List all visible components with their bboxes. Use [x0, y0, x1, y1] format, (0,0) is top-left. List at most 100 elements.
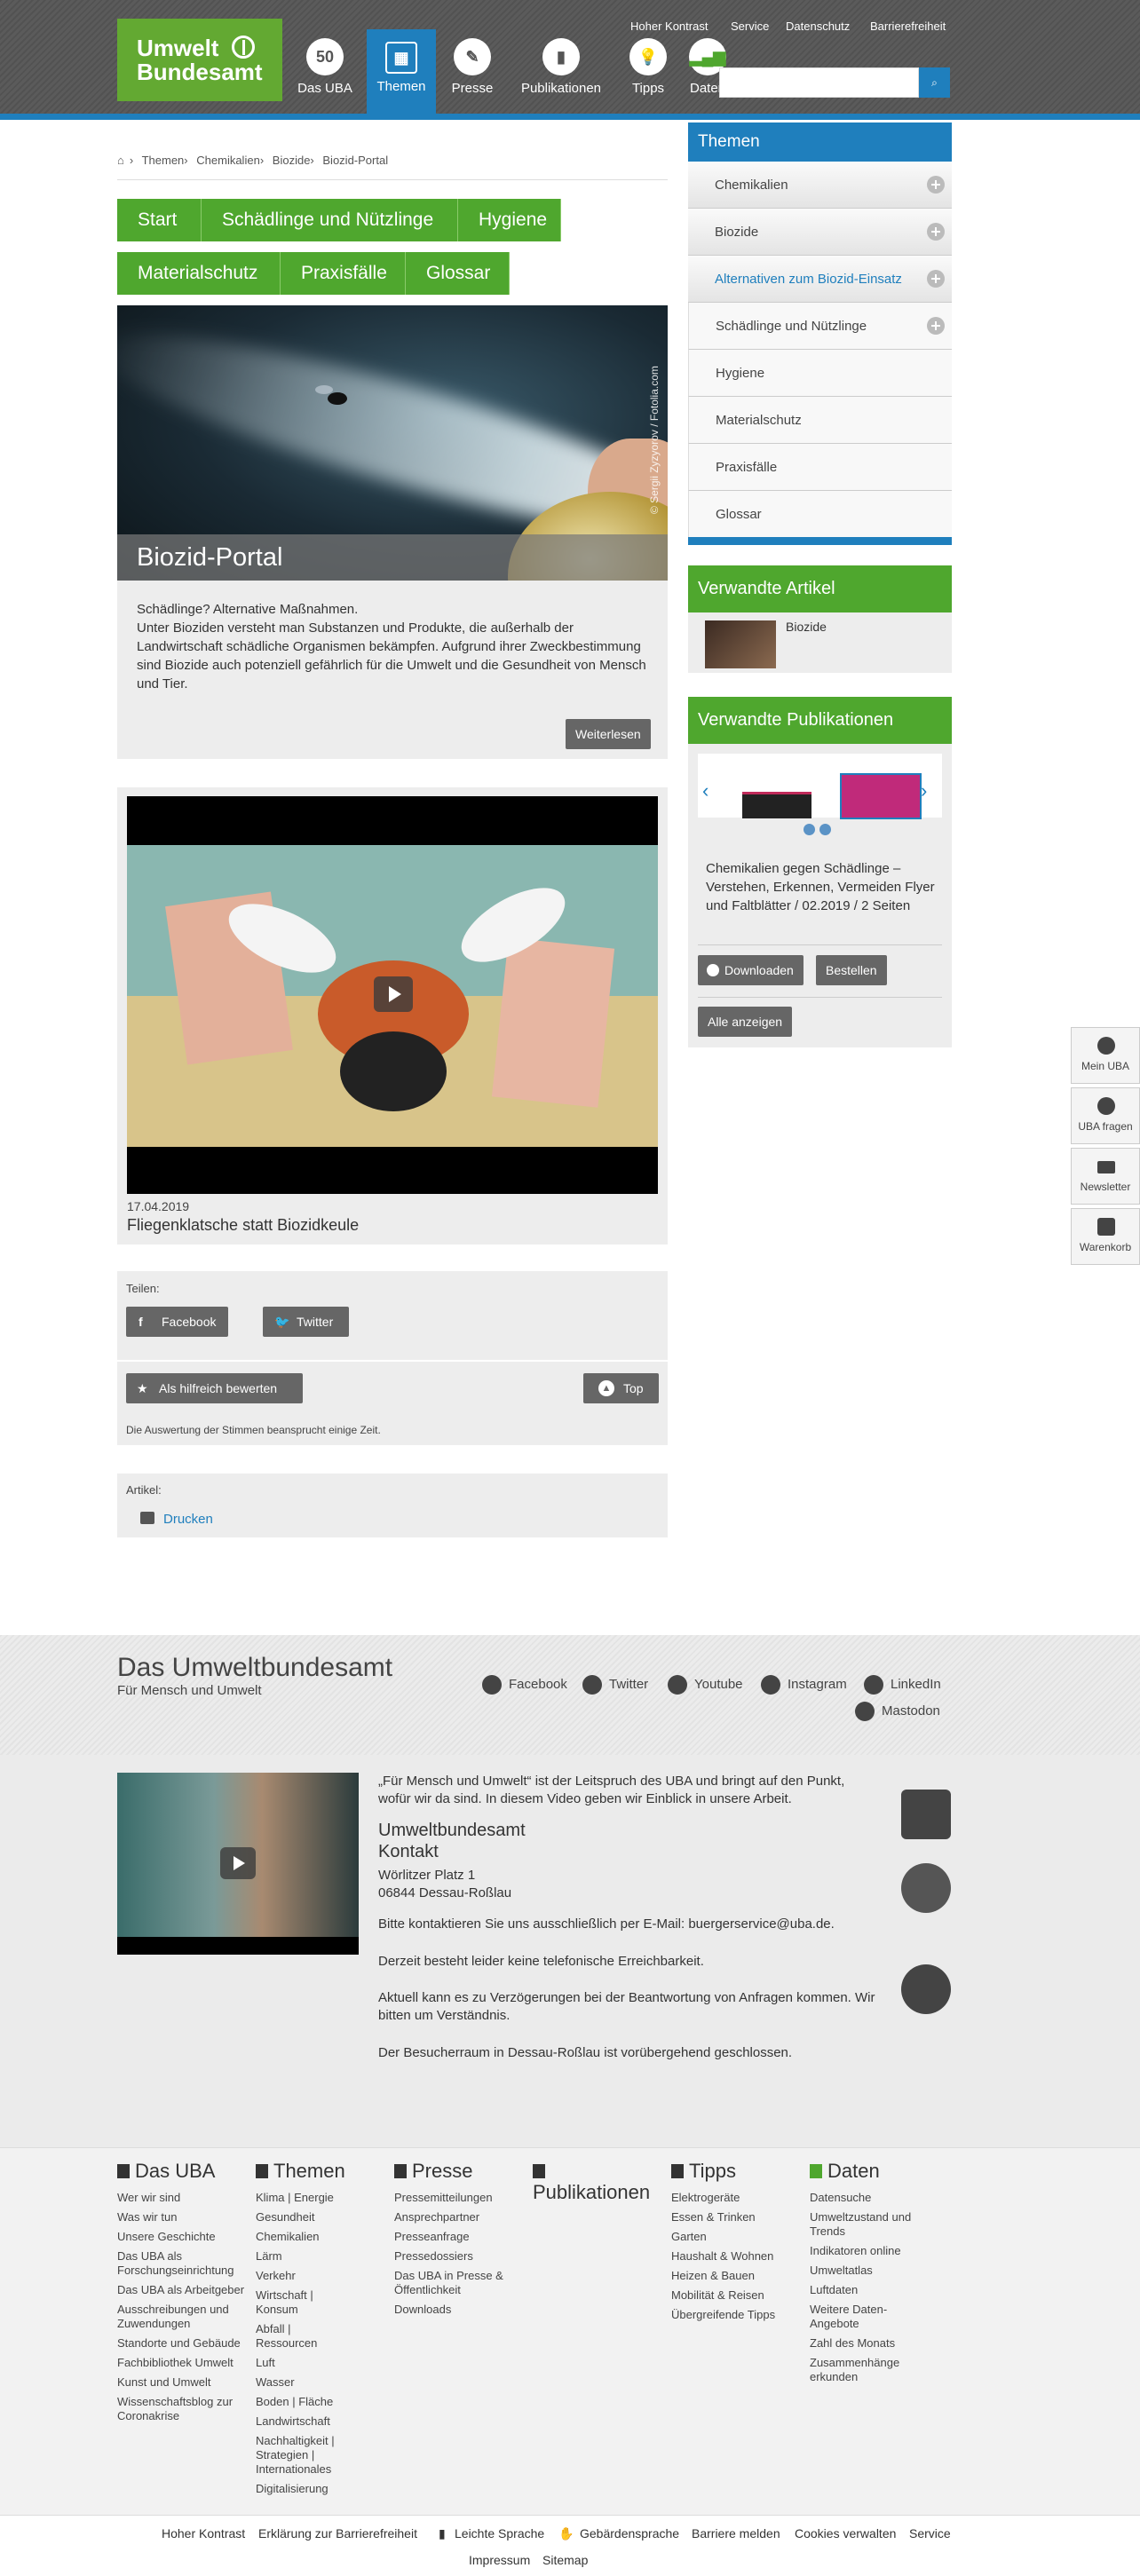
footer-link[interactable]: Lärm	[256, 2249, 353, 2264]
sidebar-item-alternativen[interactable]: Alternativen zum Biozid-Einsatz	[688, 256, 952, 303]
newsletter-button[interactable]: Newsletter	[1071, 1148, 1140, 1205]
bottom-link-service[interactable]: Service	[909, 2526, 951, 2540]
footer-link[interactable]: Weitere Daten-Angebote	[810, 2303, 930, 2331]
social-instagram[interactable]: Instagram	[761, 1675, 847, 1695]
bottom-link-sign-language[interactable]: Gebärdensprache	[580, 2526, 679, 2540]
expand-icon[interactable]	[927, 223, 945, 241]
carousel-prev-icon[interactable]: ‹	[702, 779, 709, 802]
bottom-link-high-contrast[interactable]: Hoher Kontrast	[162, 2526, 245, 2540]
bottom-link-accessibility[interactable]: Erklärung zur Barrierefreiheit	[258, 2526, 417, 2540]
footer-link[interactable]: Indikatoren online	[810, 2244, 930, 2258]
nav-tipps[interactable]: 💡 Tipps	[621, 29, 675, 114]
tab-materialschutz[interactable]: Materialschutz	[117, 252, 281, 295]
meta-link-service[interactable]: Service	[731, 20, 769, 33]
footer-link[interactable]: Ausschreibungen und Zuwendungen	[117, 2303, 250, 2331]
social-twitter[interactable]: Twitter	[582, 1675, 648, 1695]
footer-link[interactable]: Luft	[256, 2356, 353, 2370]
play-button[interactable]	[220, 1847, 256, 1879]
footer-link[interactable]: Presseanfrage	[394, 2230, 519, 2244]
footer-link[interactable]: Übergreifende Tipps	[671, 2308, 796, 2322]
print-link[interactable]: Drucken	[163, 1512, 213, 1527]
order-button[interactable]: Bestellen	[816, 955, 887, 985]
footer-link[interactable]: Mobilität & Reisen	[671, 2288, 796, 2303]
breadcrumb-biozide[interactable]: Biozide	[273, 154, 311, 167]
footer-link[interactable]: Boden | Fläche	[256, 2395, 353, 2409]
uba-fragen-button[interactable]: UBA fragen	[1071, 1087, 1140, 1144]
play-button[interactable]	[374, 976, 413, 1012]
nav-themen[interactable]: ▦ Themen	[367, 29, 436, 114]
footer-link[interactable]: Das UBA als Arbeitgeber	[117, 2283, 250, 2297]
share-facebook-button[interactable]: f Facebook	[126, 1307, 228, 1337]
footer-link[interactable]: Datensuche	[810, 2191, 930, 2205]
read-more-button[interactable]: Weiterlesen	[566, 719, 651, 749]
bottom-link-report-barrier[interactable]: Barriere melden	[692, 2526, 780, 2540]
footer-link[interactable]: Landwirtschaft	[256, 2414, 353, 2429]
sidebar-item-materialschutz[interactable]: Materialschutz	[688, 397, 952, 444]
social-youtube[interactable]: Youtube	[668, 1675, 743, 1695]
footer-link[interactable]: Zahl des Monats	[810, 2336, 930, 2351]
breadcrumb-chemikalien[interactable]: Chemikalien	[196, 154, 260, 167]
video-player[interactable]	[127, 796, 658, 1194]
footer-link[interactable]: Haushalt & Wohnen	[671, 2249, 796, 2264]
footer-link[interactable]: Das UBA als Forschungseinrichtung	[117, 2249, 250, 2278]
footer-link[interactable]: Klima | Energie	[256, 2191, 353, 2205]
bottom-link-sitemap[interactable]: Sitemap	[542, 2553, 588, 2567]
carousel-next-icon[interactable]: ›	[921, 779, 927, 802]
nav-das-uba[interactable]: 50 Das UBA	[295, 29, 355, 114]
tab-praxisfaelle[interactable]: Praxisfälle	[281, 252, 406, 295]
footer-link[interactable]: Luftdaten	[810, 2283, 930, 2297]
social-linkedin[interactable]: LinkedIn	[864, 1675, 941, 1695]
sidebar-item-hygiene[interactable]: Hygiene	[688, 350, 952, 397]
search-input[interactable]	[719, 67, 919, 98]
expand-icon[interactable]	[927, 317, 945, 335]
nav-publikationen[interactable]: ▮ Publikationen	[512, 29, 610, 114]
nav-presse[interactable]: ✎ Presse	[447, 29, 498, 114]
footer-link[interactable]: Wirtschaft | Konsum	[256, 2288, 353, 2317]
footer-link[interactable]: Elektrogeräte	[671, 2191, 796, 2205]
footer-link[interactable]: Pressemitteilungen	[394, 2191, 519, 2205]
tab-schaedlinge[interactable]: Schädlinge und Nützlinge	[202, 199, 458, 241]
footer-link[interactable]: Verkehr	[256, 2269, 353, 2283]
footer-link[interactable]: Umweltatlas	[810, 2264, 930, 2278]
warenkorb-button[interactable]: Warenkorb	[1071, 1208, 1140, 1265]
footer-link[interactable]: Abfall | Ressourcen	[256, 2322, 353, 2351]
footer-link[interactable]: Was wir tun	[117, 2210, 250, 2224]
bottom-link-imprint[interactable]: Impressum	[469, 2553, 530, 2567]
meta-link-privacy[interactable]: Datenschutz	[786, 20, 850, 33]
tab-start[interactable]: Start	[117, 199, 202, 241]
rate-helpful-button[interactable]: ★ Als hilfreich bewerten	[126, 1373, 303, 1403]
footer-link[interactable]: Ansprechpartner	[394, 2210, 519, 2224]
footer-link[interactable]: Chemikalien	[256, 2230, 353, 2244]
social-mastodon[interactable]: Mastodon	[855, 1702, 940, 1721]
footer-link[interactable]: Umweltzustand und Trends	[810, 2210, 930, 2239]
footer-link[interactable]: Kunst und Umwelt	[117, 2375, 250, 2390]
social-facebook[interactable]: Facebook	[482, 1675, 567, 1695]
footer-link[interactable]: Essen & Trinken	[671, 2210, 796, 2224]
footer-link[interactable]: Standorte und Gebäude	[117, 2336, 250, 2351]
footer-link[interactable]: Zusammenhänge erkunden	[810, 2356, 930, 2384]
footer-link[interactable]: Wasser	[256, 2375, 353, 2390]
show-all-button[interactable]: Alle anzeigen	[698, 1007, 793, 1037]
sidebar-item-glossar[interactable]: Glossar	[688, 491, 952, 538]
related-article[interactable]: Biozide	[688, 612, 952, 673]
tab-glossar[interactable]: Glossar	[406, 252, 510, 295]
footer-link[interactable]: Das UBA in Presse & Öffentlichkeit	[394, 2269, 519, 2297]
footer-link[interactable]: Nachhaltigkeit | Strategien | Internatio…	[256, 2434, 353, 2477]
publication-cover[interactable]	[840, 773, 922, 819]
home-icon[interactable]: ⌂	[117, 154, 124, 167]
sidebar-item-biozide[interactable]: Biozide	[688, 209, 952, 256]
search-button[interactable]: ⌕	[919, 67, 950, 98]
download-button[interactable]: Downloaden	[698, 955, 804, 985]
publication-cover[interactable]	[742, 792, 811, 818]
footer-link[interactable]: Garten	[671, 2230, 796, 2244]
footer-link[interactable]: Wer wir sind	[117, 2191, 250, 2205]
footer-link[interactable]: Wissenschaftsblog zur Coronakrise	[117, 2395, 250, 2423]
sidebar-item-praxisfaelle[interactable]: Praxisfälle	[688, 444, 952, 491]
sidebar-item-schaedlinge[interactable]: Schädlinge und Nützlinge	[688, 303, 952, 350]
mein-uba-button[interactable]: Mein UBA	[1071, 1027, 1140, 1084]
share-twitter-button[interactable]: 🐦 Twitter	[263, 1307, 349, 1337]
sidebar-item-chemikalien[interactable]: Chemikalien	[688, 162, 952, 209]
footer-video[interactable]	[117, 1773, 359, 1955]
breadcrumb-themen[interactable]: Themen	[142, 154, 185, 167]
footer-link[interactable]: Unsere Geschichte	[117, 2230, 250, 2244]
